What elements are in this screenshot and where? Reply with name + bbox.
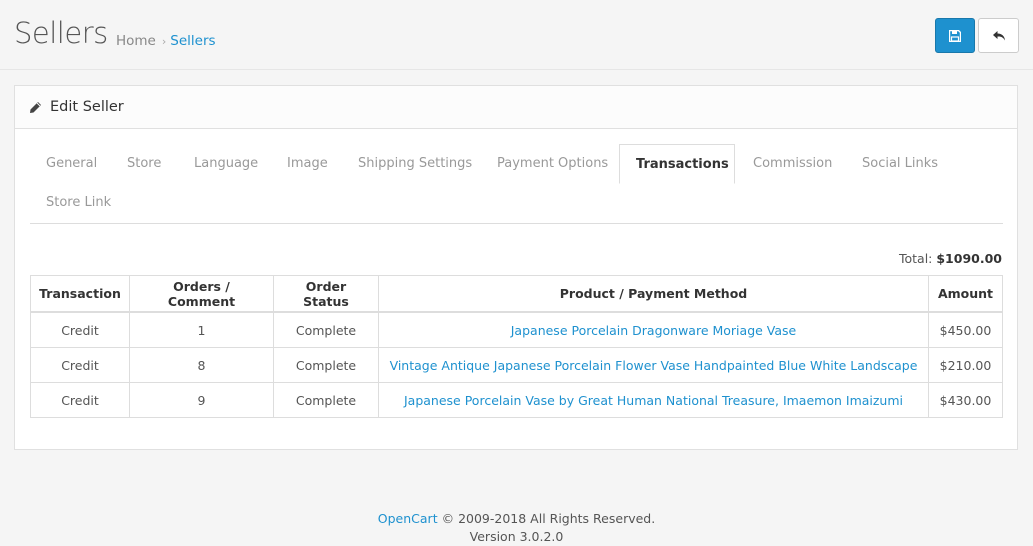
column-header-amount: Amount — [928, 275, 1003, 313]
product-cell: Vintage Antique Japanese Porcelain Flowe… — [378, 347, 929, 383]
table-row: Credit 1 Complete Japanese Porcelain Dra… — [30, 311, 1003, 348]
save-icon — [949, 29, 961, 42]
breadcrumb-separator-icon: › — [161, 35, 167, 48]
order-id: 8 — [129, 347, 274, 383]
transaction-type: Credit — [30, 311, 130, 348]
page-header: Sellers Home › Sellers — [0, 0, 1033, 70]
table-row: Credit 9 Complete Japanese Porcelain Vas… — [30, 382, 1003, 418]
tab-store[interactable]: Store — [111, 144, 177, 183]
tab-commission[interactable]: Commission — [737, 144, 848, 183]
footer-copyright-line: OpenCart © 2009-2018 All Rights Reserved… — [0, 510, 1033, 528]
column-header-order-status: Order Status — [273, 275, 379, 313]
pencil-icon — [30, 101, 41, 113]
transactions-total: Total: $1090.00 — [899, 251, 1002, 266]
product-link[interactable]: Japanese Porcelain Vase by Great Human N… — [404, 393, 903, 408]
copyright-text: © 2009-2018 All Rights Reserved. — [441, 511, 656, 526]
edit-seller-panel: Edit Seller General Store Language Image… — [14, 85, 1018, 450]
reply-icon — [992, 30, 1005, 40]
tab-store-link[interactable]: Store Link — [30, 183, 127, 222]
table-header-row: Transaction Orders / Comment Order Statu… — [30, 275, 1003, 313]
panel-heading: Edit Seller — [15, 86, 1017, 129]
product-cell: Japanese Porcelain Vase by Great Human N… — [378, 382, 929, 418]
transaction-type: Credit — [30, 347, 130, 383]
transactions-table: Transaction Orders / Comment Order Statu… — [30, 275, 1003, 418]
order-status: Complete — [273, 311, 379, 348]
order-id: 9 — [129, 382, 274, 418]
column-header-product-payment-method: Product / Payment Method — [378, 275, 929, 313]
table-row: Credit 8 Complete Vintage Antique Japane… — [30, 347, 1003, 383]
column-header-transaction: Transaction — [30, 275, 130, 313]
product-cell: Japanese Porcelain Dragonware Moriage Va… — [378, 311, 929, 348]
save-button[interactable] — [935, 18, 975, 53]
tab-shipping-settings[interactable]: Shipping Settings — [342, 144, 488, 183]
total-label: Total: — [898, 251, 933, 266]
order-status: Complete — [273, 382, 379, 418]
product-link[interactable]: Japanese Porcelain Dragonware Moriage Va… — [511, 323, 797, 338]
transaction-type: Credit — [30, 382, 130, 418]
seller-tabs: General Store Language Image Shipping Se… — [30, 144, 1003, 224]
breadcrumb: Home › Sellers — [116, 33, 216, 49]
amount: $450.00 — [928, 311, 1003, 348]
version-text: Version 3.0.2.0 — [469, 529, 564, 544]
page-title: Sellers — [14, 16, 108, 50]
tab-transactions[interactable]: Transactions — [619, 144, 735, 184]
opencart-link[interactable]: OpenCart — [378, 511, 438, 526]
tab-language[interactable]: Language — [178, 144, 274, 183]
tab-social-links[interactable]: Social Links — [846, 144, 954, 183]
panel-title: Edit Seller — [50, 99, 124, 115]
total-value: $1090.00 — [936, 251, 1002, 266]
order-status: Complete — [273, 347, 379, 383]
tab-general[interactable]: General — [30, 144, 113, 183]
back-button[interactable] — [978, 18, 1019, 53]
column-header-orders-comment: Orders / Comment — [129, 275, 274, 313]
breadcrumb-sellers[interactable]: Sellers — [170, 33, 215, 49]
amount: $210.00 — [928, 347, 1003, 383]
tab-image[interactable]: Image — [271, 144, 344, 183]
amount: $430.00 — [928, 382, 1003, 418]
order-id: 1 — [129, 311, 274, 348]
breadcrumb-home[interactable]: Home — [116, 33, 156, 49]
tab-payment-options[interactable]: Payment Options — [481, 144, 624, 183]
product-link[interactable]: Vintage Antique Japanese Porcelain Flowe… — [390, 358, 918, 373]
